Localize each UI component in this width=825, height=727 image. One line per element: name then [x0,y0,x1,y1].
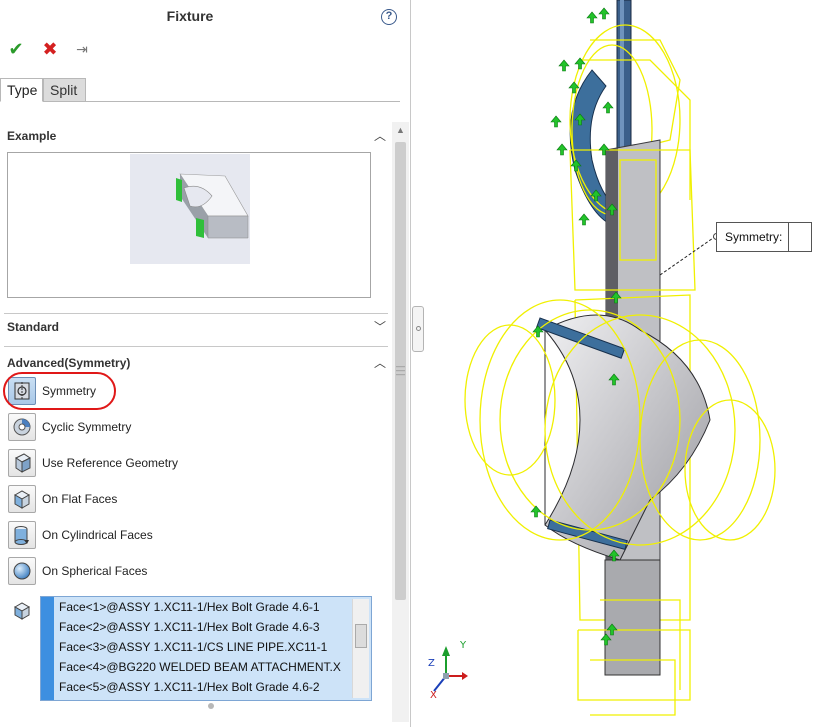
option-label: On Spherical Faces [42,564,148,578]
panel-splitter[interactable] [411,0,426,727]
list-item[interactable]: Face<4>@BG220 WELDED BEAM ATTACHMENT.X [55,657,350,677]
list-item[interactable]: Face<5>@ASSY 1.XC11-1/Hex Bolt Grade 4.6… [55,677,350,697]
tab-split[interactable]: Split [43,78,86,102]
list-item[interactable]: Face<2>@ASSY 1.XC11-1/Hex Bolt Grade 4.6… [55,617,350,637]
help-icon[interactable]: ? [381,9,397,25]
panel-scrollbar[interactable]: ▲ — — — [392,122,409,722]
option-flat-faces[interactable]: On Flat Faces [8,485,368,515]
scroll-up-arrow-icon[interactable]: ▲ [392,122,409,139]
grip-icon: — — — [396,361,405,379]
splitter-dot-icon [416,326,421,331]
divider [4,313,388,314]
example-image [130,154,250,264]
list-item[interactable]: Face<3>@ASSY 1.XC11-1/CS LINE PIPE.XC11-… [55,637,350,657]
axis-y-label: Y [460,640,467,651]
ok-button[interactable]: ✔ [5,38,27,60]
pin-icon[interactable]: ⇥ [71,38,93,60]
symmetry-callout[interactable]: Symmetry: [716,222,812,252]
panel-title: Fixture [166,8,214,24]
option-reference-geometry[interactable]: Use Reference Geometry [8,449,368,479]
scroll-thumb[interactable] [355,624,367,648]
option-cyclic-symmetry[interactable]: Cyclic Symmetry [8,413,368,443]
chevron-up-icon[interactable]: ︿ [374,124,386,148]
option-label: On Flat Faces [42,492,118,506]
flat-face-icon[interactable] [8,485,36,513]
active-selection-bar [41,597,54,700]
chevron-down-icon[interactable]: ﹀ [374,315,386,339]
axis-z-label: Z [428,658,435,669]
highlight-annotation [3,372,116,410]
faces-list-scrollbar[interactable] [352,599,369,698]
tab-type[interactable]: Type [0,78,43,102]
property-manager-panel: Fixture ? ✔ ✖ ⇥ Type Split Example ︿ Sta… [0,0,411,727]
option-cylindrical-faces[interactable]: On Cylindrical Faces [8,521,368,551]
option-spherical-faces[interactable]: On Spherical Faces [8,557,368,587]
standard-section-header[interactable]: Standard ﹀ [0,315,392,339]
tab-bar: Type Split [0,78,400,102]
pipe-clamp-model[interactable] [426,0,825,727]
option-label: Use Reference Geometry [42,456,179,470]
spherical-face-icon[interactable] [8,557,36,585]
face-selection-icon [12,601,32,621]
callout-divider [788,223,789,251]
example-section-header[interactable]: Example ︿ [0,124,392,148]
example-preview [7,152,371,298]
graphics-viewport[interactable] [426,0,825,727]
resize-grip-icon[interactable] [208,703,214,709]
standard-section-label: Standard [7,320,60,334]
cyclic-symmetry-icon[interactable] [8,413,36,441]
chevron-up-icon[interactable]: ︿ [374,351,386,375]
axis-x-label: X [430,690,437,701]
orientation-triad-icon: Y Z X [426,636,476,706]
advanced-section-label: Advanced(Symmetry) [7,356,131,370]
faces-rows: Face<1>@ASSY 1.XC11-1/Hex Bolt Grade 4.6… [55,597,350,700]
reference-geometry-icon[interactable] [8,449,36,477]
option-label: Cyclic Symmetry [42,420,132,434]
splitter-handle[interactable] [412,306,424,352]
list-item[interactable]: Face<1>@ASSY 1.XC11-1/Hex Bolt Grade 4.6… [55,597,350,617]
cylindrical-face-icon[interactable] [8,521,36,549]
option-label: On Cylindrical Faces [42,528,153,542]
callout-label: Symmetry: [725,230,783,244]
example-section-label: Example [7,129,57,143]
faces-selection-list[interactable]: Face<1>@ASSY 1.XC11-1/Hex Bolt Grade 4.6… [40,596,372,701]
divider [4,346,388,347]
cancel-button[interactable]: ✖ [39,38,61,60]
